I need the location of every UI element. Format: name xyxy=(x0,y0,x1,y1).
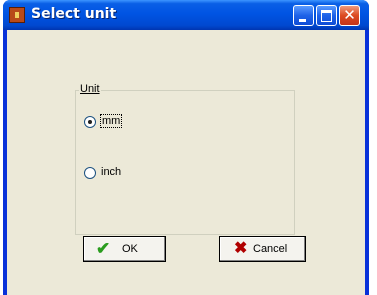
ok-label: OK xyxy=(122,243,138,255)
cancel-button[interactable]: ✖ Cancel xyxy=(219,236,306,262)
ok-button[interactable]: ✔ OK xyxy=(83,236,166,262)
maximize-button[interactable] xyxy=(316,5,337,26)
radio-mm-label[interactable]: mm xyxy=(99,114,123,128)
check-icon: ✔ xyxy=(96,239,111,258)
app-icon[interactable] xyxy=(9,7,25,23)
window-title: Select unit xyxy=(31,6,117,22)
x-icon: ✖ xyxy=(234,240,248,257)
dialog-body: Unit mm inch ✔ OK ✖ Cancel xyxy=(7,30,365,295)
minimize-button[interactable] xyxy=(293,5,314,26)
title-bar[interactable]: Select unit ✕ xyxy=(3,0,369,30)
dialog-window: Select unit ✕ Unit mm inch ✔ OK ✖ Cancel xyxy=(3,0,369,295)
radio-mm-control[interactable] xyxy=(84,116,96,128)
unit-groupbox xyxy=(75,90,295,235)
cancel-label: Cancel xyxy=(253,243,288,255)
close-icon: ✕ xyxy=(343,6,356,24)
radio-inch-label[interactable]: inch xyxy=(101,166,121,178)
unit-group-label: Unit xyxy=(79,83,101,95)
close-button[interactable]: ✕ xyxy=(339,5,360,26)
radio-inch-control[interactable] xyxy=(84,167,96,179)
